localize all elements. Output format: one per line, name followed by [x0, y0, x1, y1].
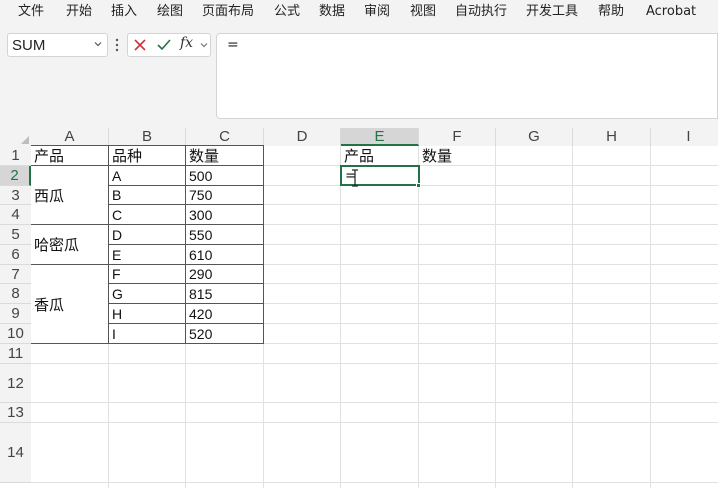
- cell-b6[interactable]: E: [109, 245, 185, 264]
- row-header-7[interactable]: 7: [0, 265, 31, 284]
- column-header-e[interactable]: E: [341, 128, 419, 146]
- cancel-icon[interactable]: [133, 38, 147, 52]
- formula-input[interactable]: =: [216, 33, 718, 119]
- menu-formulas[interactable]: 公式: [274, 3, 300, 20]
- formula-bar-area: SUM fx =: [0, 24, 718, 128]
- cell-c7[interactable]: 290: [186, 265, 263, 283]
- cell-b2[interactable]: A: [109, 166, 185, 185]
- ribbon-menu-bar: 文件 开始 插入 绘图 页面布局 公式 数据 审阅 视图 自动执行 开发工具 帮…: [0, 0, 718, 24]
- row-header-8[interactable]: 8: [0, 284, 31, 304]
- table-border: [263, 145, 264, 344]
- cell-product-group-3[interactable]: 香瓜: [31, 265, 108, 343]
- cell-c5[interactable]: 550: [186, 225, 263, 244]
- gridline: [572, 146, 573, 488]
- chevron-down-icon[interactable]: [200, 41, 208, 49]
- cell-b5[interactable]: D: [109, 225, 185, 244]
- row-header-14[interactable]: 14: [0, 423, 31, 483]
- gridline: [340, 146, 341, 488]
- gridline: [31, 402, 718, 403]
- text-cursor-icon: [352, 169, 358, 187]
- cell-b3[interactable]: B: [109, 186, 185, 204]
- menu-data[interactable]: 数据: [319, 3, 345, 20]
- menu-view[interactable]: 视图: [410, 3, 436, 20]
- cell-f1[interactable]: 数量: [419, 146, 495, 165]
- cell-product-group-2[interactable]: 哈密瓜: [31, 225, 108, 264]
- row-header-5[interactable]: 5: [0, 225, 31, 245]
- cell-c8[interactable]: 815: [186, 284, 263, 303]
- table-border: [31, 343, 264, 344]
- select-all-button[interactable]: [0, 128, 31, 146]
- cell-c1[interactable]: 数量: [186, 146, 263, 165]
- cell-b9[interactable]: H: [109, 304, 185, 323]
- menu-developer[interactable]: 开发工具: [526, 3, 578, 20]
- column-header-b[interactable]: B: [109, 128, 186, 146]
- gridline: [31, 422, 718, 423]
- name-box[interactable]: SUM: [7, 33, 108, 57]
- formula-text: =: [227, 37, 239, 53]
- gridline: [650, 146, 651, 488]
- insert-function-button[interactable]: fx: [180, 35, 193, 51]
- menu-review[interactable]: 审阅: [364, 3, 390, 20]
- cell-c3[interactable]: 750: [186, 186, 263, 204]
- cell-b4[interactable]: C: [109, 205, 185, 224]
- cell-c2[interactable]: 500: [186, 166, 263, 185]
- fill-handle[interactable]: [416, 183, 421, 188]
- menu-automate[interactable]: 自动执行: [455, 3, 507, 20]
- cell-product-group-1[interactable]: 西瓜: [31, 166, 108, 224]
- cell-a1[interactable]: 产品: [31, 146, 108, 165]
- cell-b7[interactable]: F: [109, 265, 185, 283]
- column-header-i[interactable]: I: [651, 128, 718, 146]
- cell-b1[interactable]: 品种: [109, 146, 185, 165]
- cell-b10[interactable]: I: [109, 324, 185, 343]
- menu-help[interactable]: 帮助: [598, 3, 624, 20]
- row-header-2[interactable]: 2: [0, 166, 31, 186]
- row-header-11[interactable]: 11: [0, 344, 31, 364]
- menu-draw[interactable]: 绘图: [157, 3, 183, 20]
- row-header-3[interactable]: 3: [0, 186, 31, 205]
- cell-c6[interactable]: 610: [186, 245, 263, 264]
- cell-c9[interactable]: 420: [186, 304, 263, 323]
- row-header-10[interactable]: 10: [0, 324, 31, 344]
- select-all-triangle-icon: [21, 136, 29, 144]
- row-header-4[interactable]: 4: [0, 205, 31, 225]
- menu-file[interactable]: 文件: [18, 3, 44, 20]
- cell-b8[interactable]: G: [109, 284, 185, 303]
- menu-page-layout[interactable]: 页面布局: [202, 3, 254, 20]
- row-header-6[interactable]: 6: [0, 245, 31, 265]
- column-header-d[interactable]: D: [264, 128, 341, 146]
- row-header-12[interactable]: 12: [0, 364, 31, 403]
- gridline: [31, 363, 718, 364]
- column-header-h[interactable]: H: [573, 128, 651, 146]
- worksheet-grid[interactable]: A B C D E F G H I 1 2 3 4 5 6 7 8 9 10 1…: [0, 128, 718, 488]
- column-header-c[interactable]: C: [186, 128, 264, 146]
- menu-home[interactable]: 开始: [66, 3, 92, 20]
- row-header-9[interactable]: 9: [0, 304, 31, 324]
- formula-buttons-group: fx: [127, 33, 211, 57]
- cell-e1[interactable]: 产品: [341, 146, 418, 165]
- gridline: [418, 146, 419, 488]
- column-header-g[interactable]: G: [496, 128, 573, 146]
- column-header-a[interactable]: A: [31, 128, 109, 146]
- row-header-1[interactable]: 1: [0, 146, 31, 166]
- menu-acrobat[interactable]: Acrobat: [646, 3, 696, 20]
- cell-c4[interactable]: 300: [186, 205, 263, 224]
- column-header-f[interactable]: F: [419, 128, 496, 146]
- cell-c10[interactable]: 520: [186, 324, 263, 343]
- gridline: [31, 482, 718, 483]
- checkmark-icon[interactable]: [156, 38, 172, 52]
- name-box-value: SUM: [12, 37, 46, 54]
- chevron-down-icon[interactable]: [94, 40, 102, 48]
- menu-insert[interactable]: 插入: [111, 3, 137, 20]
- more-options-icon[interactable]: [114, 37, 120, 53]
- gridline: [495, 146, 496, 488]
- row-header-13[interactable]: 13: [0, 403, 31, 423]
